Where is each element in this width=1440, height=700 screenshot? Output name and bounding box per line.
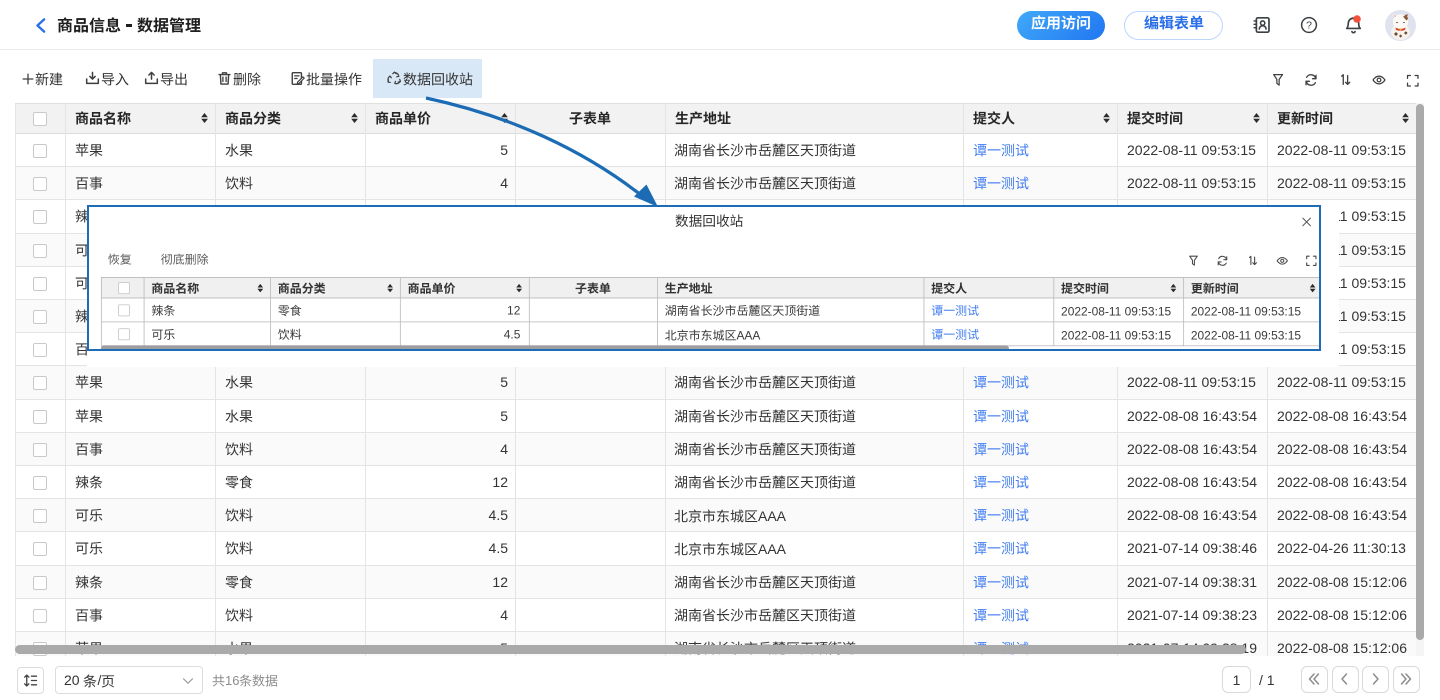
svg-text:?: ?: [1306, 20, 1312, 32]
